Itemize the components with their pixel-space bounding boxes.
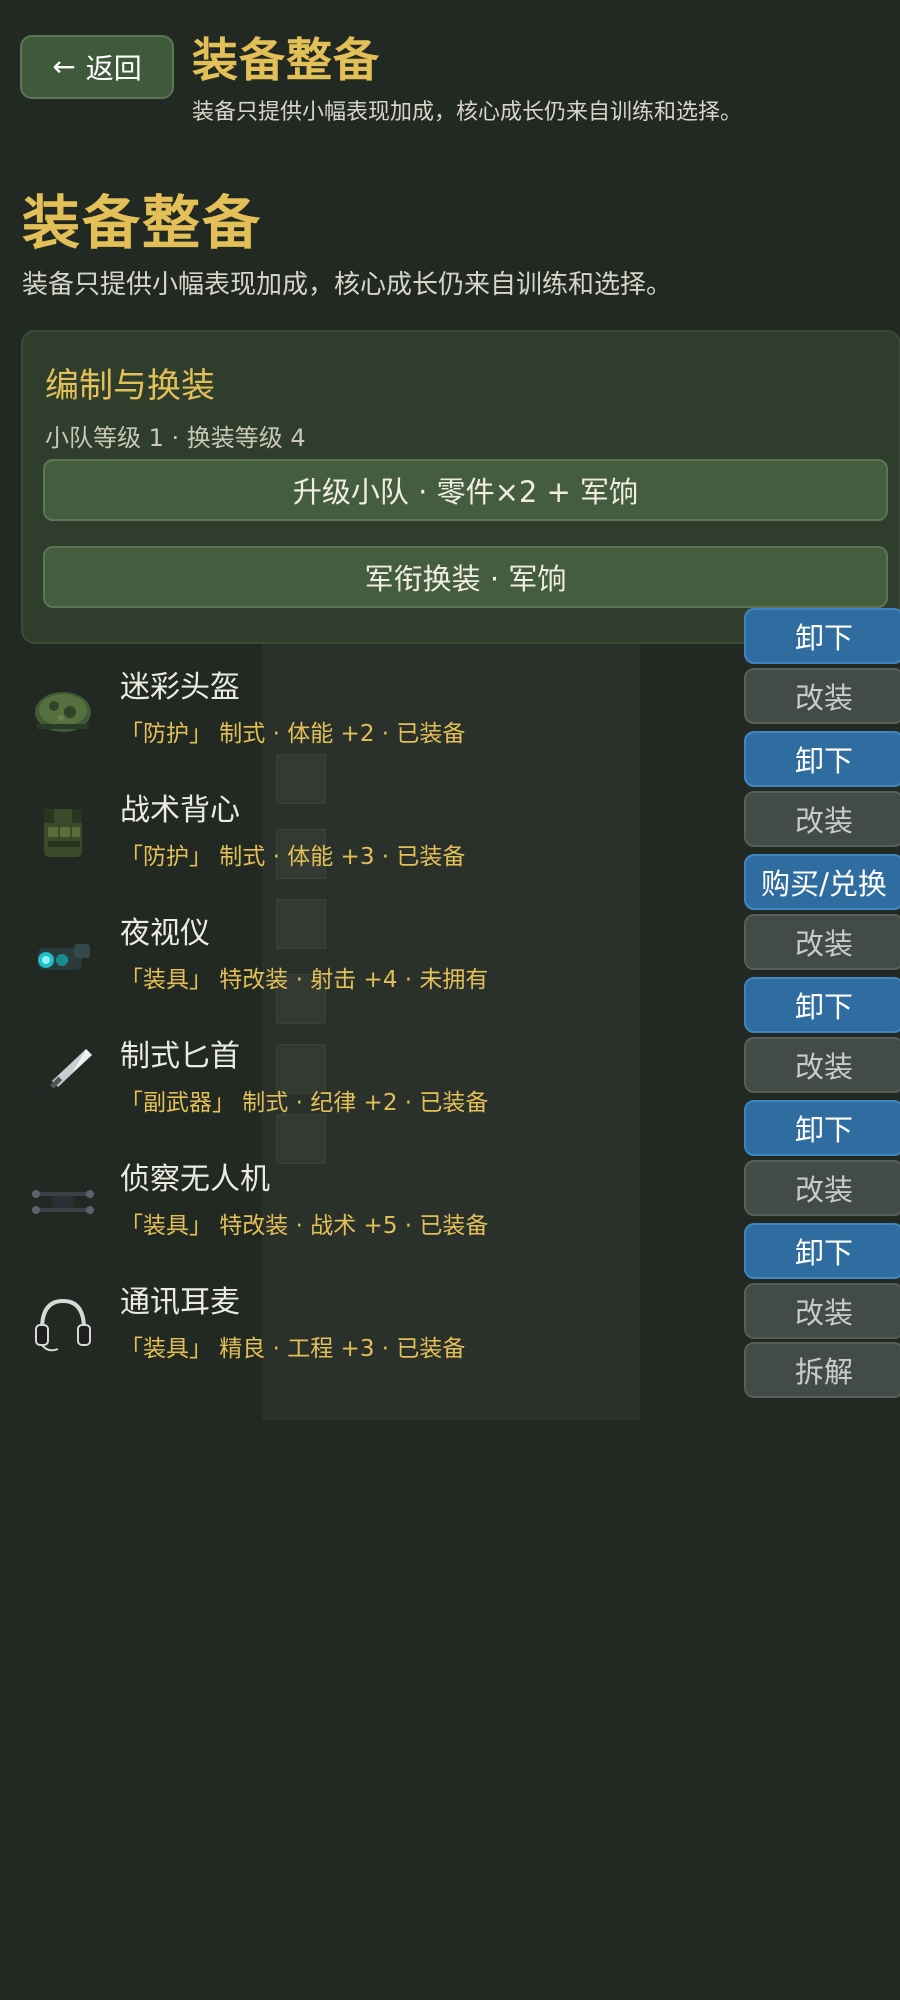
buy-exchange-button[interactable]: 购买/兑换 <box>744 854 900 910</box>
night-vision-icon <box>38 944 90 970</box>
headset-icon <box>35 1298 91 1352</box>
back-arrow-icon: ← <box>52 50 76 83</box>
top-bar: ← 返回 装备整备 装备只提供小幅表现加成，核心成长仍来自训练和选择。 <box>0 0 900 140</box>
unequip-button[interactable]: 卸下 <box>744 608 900 664</box>
upgrade-squad-button[interactable]: 升级小队 · 零件×2 + 军饷 <box>43 459 888 521</box>
equipment-meta: 「装具」 精良 · 工程 +3 · 已装备 <box>120 1336 466 1362</box>
unequip-button[interactable]: 卸下 <box>744 977 900 1033</box>
helmet-icon <box>35 692 91 732</box>
equipment-meta: 「装具」 特改装 · 射击 +4 · 未拥有 <box>120 967 489 993</box>
back-button[interactable]: ← 返回 <box>20 35 174 99</box>
squad-status: 小队等级 1 · 换装等级 4 <box>45 424 306 452</box>
equipment-meta: 「防护」 制式 · 体能 +2 · 已装备 <box>120 721 466 747</box>
page-title: 装备整备 <box>22 189 263 257</box>
squad-panel: 编制与换装 小队等级 1 · 换装等级 4 升级小队 · 零件×2 + 军饷 军… <box>21 330 900 644</box>
page-subtitle: 装备只提供小幅表现加成，核心成长仍来自训练和选择。 <box>22 270 673 300</box>
equipment-name: 制式匕首 <box>120 1039 240 1074</box>
equipment-item: 战术背心 「防护」 制式 · 体能 +3 · 已装备 <box>0 771 740 891</box>
modify-button[interactable]: 改装 <box>744 914 900 970</box>
equipment-name: 迷彩头盔 <box>120 670 240 705</box>
unequip-button[interactable]: 卸下 <box>744 1100 900 1156</box>
modify-button[interactable]: 改装 <box>744 1283 900 1339</box>
equipment-meta: 「防护」 制式 · 体能 +3 · 已装备 <box>120 844 466 870</box>
unequip-button[interactable]: 卸下 <box>744 1223 900 1279</box>
equipment-item: 侦察无人机 「装具」 特改装 · 战术 +5 · 已装备 <box>0 1140 740 1260</box>
equipment-name: 战术背心 <box>120 793 240 828</box>
equipment-name: 通讯耳麦 <box>120 1285 240 1320</box>
dagger-icon <box>35 1049 92 1102</box>
header-subtitle: 装备只提供小幅表现加成，核心成长仍来自训练和选择。 <box>192 100 743 125</box>
drone-icon <box>32 1190 94 1214</box>
squad-panel-title: 编制与换装 <box>45 366 215 406</box>
dismantle-button[interactable]: 拆解 <box>744 1342 900 1398</box>
rank-swap-button[interactable]: 军衔换装 · 军饷 <box>43 546 888 608</box>
equipment-name: 夜视仪 <box>120 916 210 951</box>
header-title: 装备整备 <box>192 33 380 87</box>
modify-button[interactable]: 改装 <box>744 668 900 724</box>
equipment-item: 制式匕首 「副武器」 制式 · 纪律 +2 · 已装备 <box>0 1017 740 1137</box>
modify-button[interactable]: 改装 <box>744 1037 900 1093</box>
equipment-meta: 「装具」 特改装 · 战术 +5 · 已装备 <box>120 1213 489 1239</box>
unequip-button[interactable]: 卸下 <box>744 731 900 787</box>
equipment-item: 夜视仪 「装具」 特改装 · 射击 +4 · 未拥有 <box>0 894 740 1014</box>
equipment-meta: 「副武器」 制式 · 纪律 +2 · 已装备 <box>120 1090 489 1116</box>
back-button-label: 返回 <box>85 52 142 85</box>
modify-button[interactable]: 改装 <box>744 791 900 847</box>
equipment-name: 侦察无人机 <box>120 1162 270 1197</box>
equipment-item: 通讯耳麦 「装具」 精良 · 工程 +3 · 已装备 <box>0 1263 740 1383</box>
equipment-item: 迷彩头盔 「防护」 制式 · 体能 +2 · 已装备 <box>0 648 740 768</box>
vest-icon <box>44 809 82 857</box>
modify-button[interactable]: 改装 <box>744 1160 900 1216</box>
